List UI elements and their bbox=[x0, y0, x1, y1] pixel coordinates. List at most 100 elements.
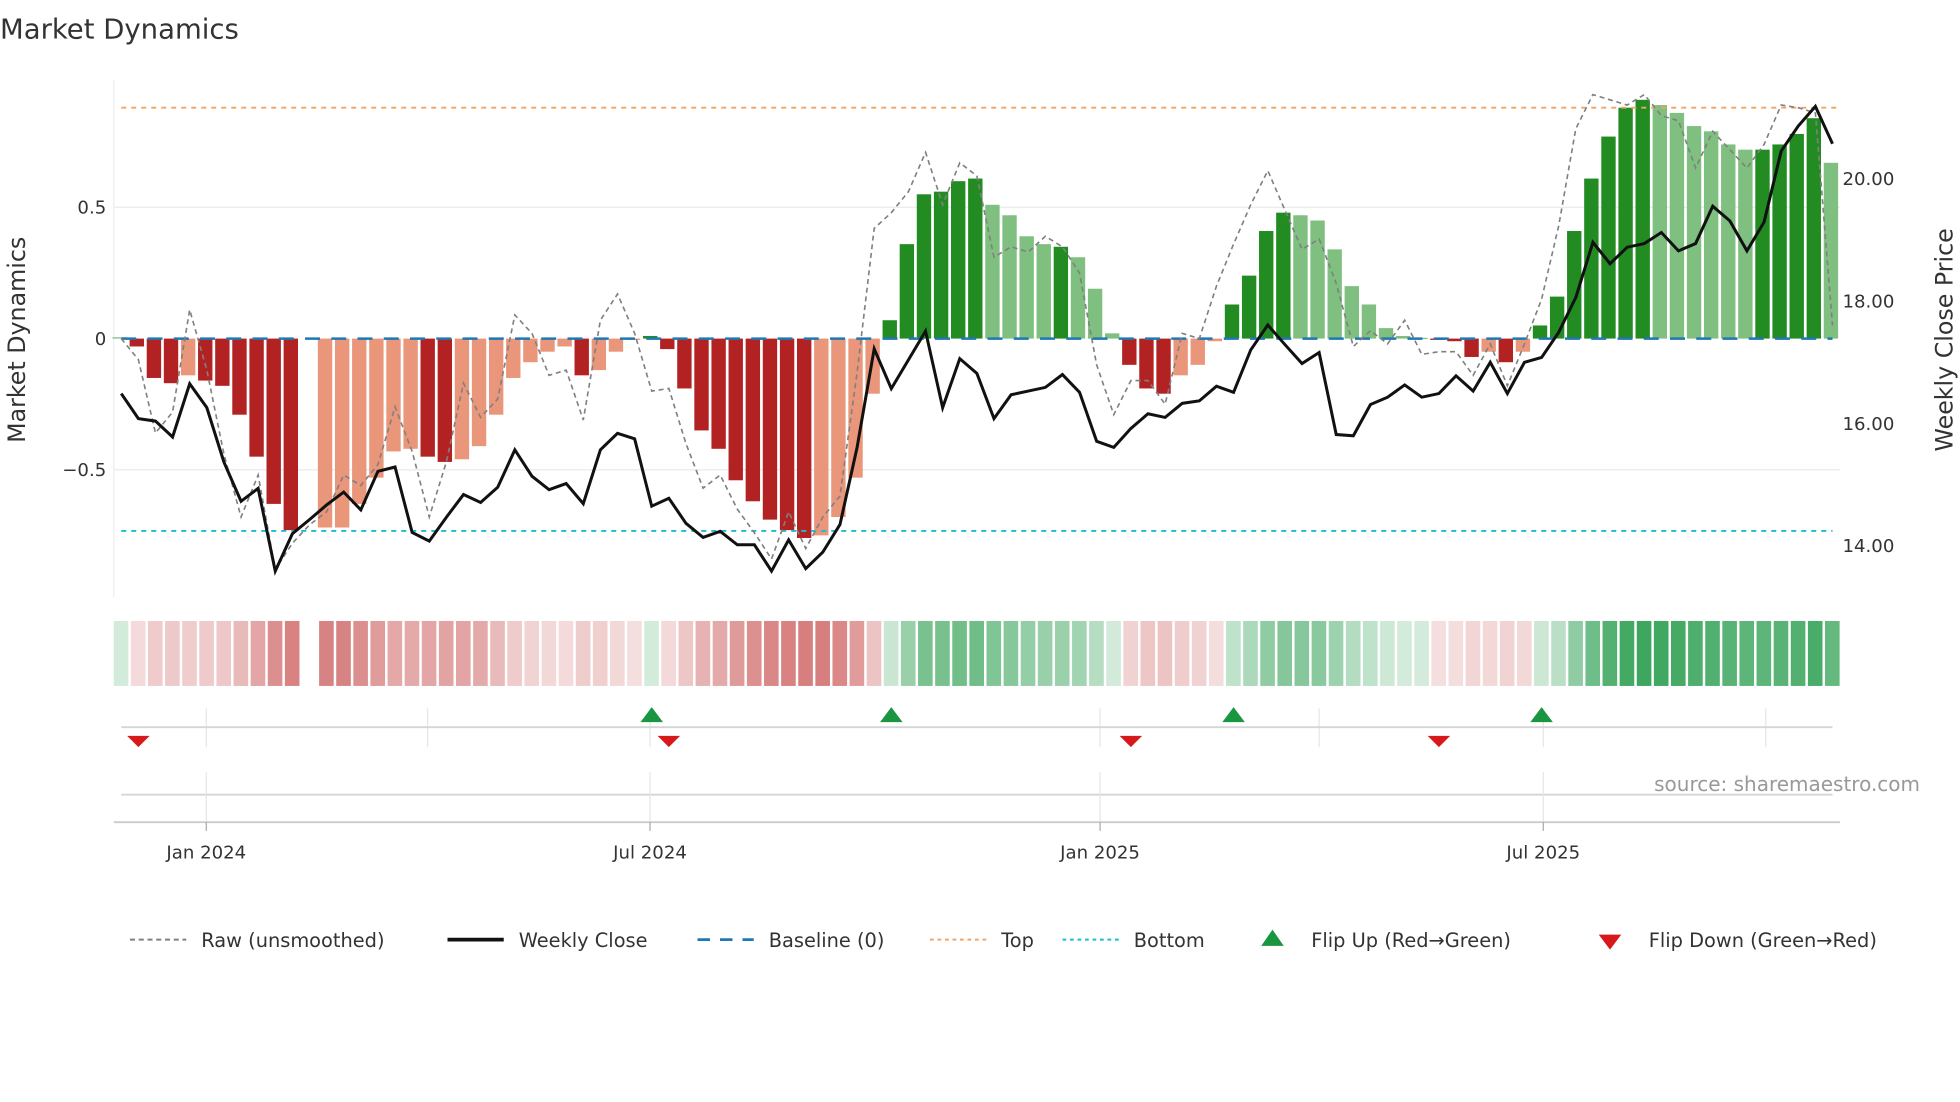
dynamics-bar bbox=[916, 194, 932, 339]
dynamics-bar bbox=[420, 338, 435, 457]
strip-cell bbox=[284, 620, 300, 686]
strip-cell bbox=[695, 620, 711, 686]
strip-cell bbox=[541, 620, 557, 686]
dynamics-bar bbox=[797, 338, 812, 539]
heat-strip bbox=[113, 620, 1840, 686]
dynamics-bar bbox=[1122, 338, 1137, 365]
strip-cell bbox=[1414, 620, 1429, 686]
dynamics-bar bbox=[334, 338, 350, 528]
legend-label: Bottom bbox=[1134, 929, 1205, 952]
strip-cell bbox=[456, 620, 471, 686]
strip-cell bbox=[798, 620, 813, 686]
dynamics-bar bbox=[1019, 236, 1034, 339]
y-axis-label: Market Dynamics bbox=[3, 237, 31, 443]
strip-cell bbox=[1534, 620, 1549, 686]
strip-cell bbox=[1020, 620, 1036, 686]
dynamics-bar bbox=[471, 338, 487, 447]
strip-cell bbox=[935, 620, 950, 686]
strip-cell bbox=[250, 620, 266, 686]
dynamics-bar bbox=[1447, 338, 1462, 342]
strip-cell bbox=[746, 620, 762, 686]
strip-cell bbox=[404, 620, 420, 686]
dynamics-bar bbox=[660, 338, 675, 350]
strip-cell bbox=[524, 620, 540, 686]
dynamics-bar bbox=[1327, 249, 1342, 339]
dynamics-bar bbox=[985, 204, 1000, 339]
strip-cell bbox=[182, 620, 197, 686]
legend-label: Top bbox=[1000, 929, 1034, 952]
strip-cell bbox=[1551, 620, 1566, 686]
strip-cell bbox=[918, 620, 933, 686]
dynamics-bar bbox=[951, 181, 966, 339]
strip-cell bbox=[1089, 620, 1104, 686]
strip-cell bbox=[438, 620, 454, 686]
strip-cell bbox=[1260, 620, 1275, 686]
strip-cell bbox=[1807, 620, 1823, 686]
flip-down-marker bbox=[1427, 735, 1451, 748]
strip-cell bbox=[1688, 620, 1703, 686]
strip-cell bbox=[1191, 620, 1207, 686]
strip-cell bbox=[644, 620, 659, 686]
legend-label: Flip Up (Red→Green) bbox=[1311, 929, 1511, 952]
strip-cell bbox=[627, 620, 642, 686]
strip-cell bbox=[1054, 620, 1070, 686]
strip-cell bbox=[849, 620, 865, 686]
dynamics-bar bbox=[215, 338, 230, 386]
strip-cell bbox=[986, 620, 1002, 686]
dynamics-bar bbox=[728, 338, 743, 481]
strip-cell bbox=[1568, 620, 1583, 686]
legend-item-baseline: Baseline (0) bbox=[697, 929, 884, 952]
flip-up-marker bbox=[880, 707, 903, 723]
dynamics-bar bbox=[1635, 99, 1650, 339]
y-tick-label: −0.5 bbox=[62, 460, 106, 481]
dynamics-bar bbox=[146, 338, 162, 378]
dynamics-bar bbox=[1378, 328, 1394, 339]
strip-cell bbox=[1243, 620, 1258, 686]
strip-cell bbox=[267, 620, 283, 686]
y-tick-label: 0.5 bbox=[77, 198, 106, 219]
strip-cell bbox=[1636, 620, 1652, 686]
dynamics-bar bbox=[677, 338, 692, 389]
strip-cell bbox=[678, 620, 694, 686]
dynamics-bar bbox=[779, 338, 795, 531]
legend-label: Flip Down (Green→Red) bbox=[1649, 929, 1877, 952]
dynamics-bar bbox=[1070, 257, 1086, 339]
dynamics-bar bbox=[814, 338, 829, 536]
flip-down-marker bbox=[657, 735, 681, 748]
dynamics-bar bbox=[899, 244, 915, 339]
strip-cell bbox=[1397, 620, 1412, 686]
strip-cell bbox=[1345, 620, 1361, 686]
strip-cell bbox=[1157, 620, 1173, 686]
strip-cell bbox=[1003, 620, 1019, 686]
strip-cell bbox=[319, 620, 334, 686]
strip-cell bbox=[353, 620, 368, 686]
dynamics-bar bbox=[1241, 275, 1257, 339]
dynamics-bar bbox=[882, 320, 897, 339]
strip-cell bbox=[1465, 620, 1481, 686]
dynamics-bar bbox=[933, 191, 949, 339]
strip-cell bbox=[1790, 620, 1806, 686]
strip-cell bbox=[661, 620, 676, 686]
strip-cell bbox=[900, 620, 916, 686]
dynamics-bar bbox=[745, 338, 761, 502]
dynamics-bar bbox=[831, 338, 846, 518]
strip-cell bbox=[1380, 620, 1395, 686]
strip-cell bbox=[729, 620, 745, 686]
legend-item-bottom: Bottom bbox=[1062, 929, 1205, 952]
dynamics-bar bbox=[163, 338, 179, 384]
strip-cell bbox=[1825, 620, 1840, 686]
market-dynamics-chart: Market Dynamics Market Dynamics Weekly C… bbox=[0, 14, 1959, 952]
strip-cell bbox=[1208, 620, 1224, 686]
strip-cell bbox=[832, 620, 848, 686]
source-label: source: sharemaestro.com bbox=[1654, 772, 1920, 796]
flip-down-icon bbox=[1598, 934, 1622, 950]
legend-item-close: Weekly Close bbox=[447, 929, 648, 952]
strip-cell bbox=[952, 620, 967, 686]
dynamics-bar bbox=[540, 338, 555, 352]
legend-label: Raw (unsmoothed) bbox=[201, 929, 384, 952]
strip-cell bbox=[490, 620, 505, 686]
dynamics-bar bbox=[1053, 246, 1069, 339]
dynamics-bar bbox=[1464, 338, 1479, 357]
dynamics-bar bbox=[1259, 231, 1274, 339]
strip-cell bbox=[1140, 620, 1156, 686]
